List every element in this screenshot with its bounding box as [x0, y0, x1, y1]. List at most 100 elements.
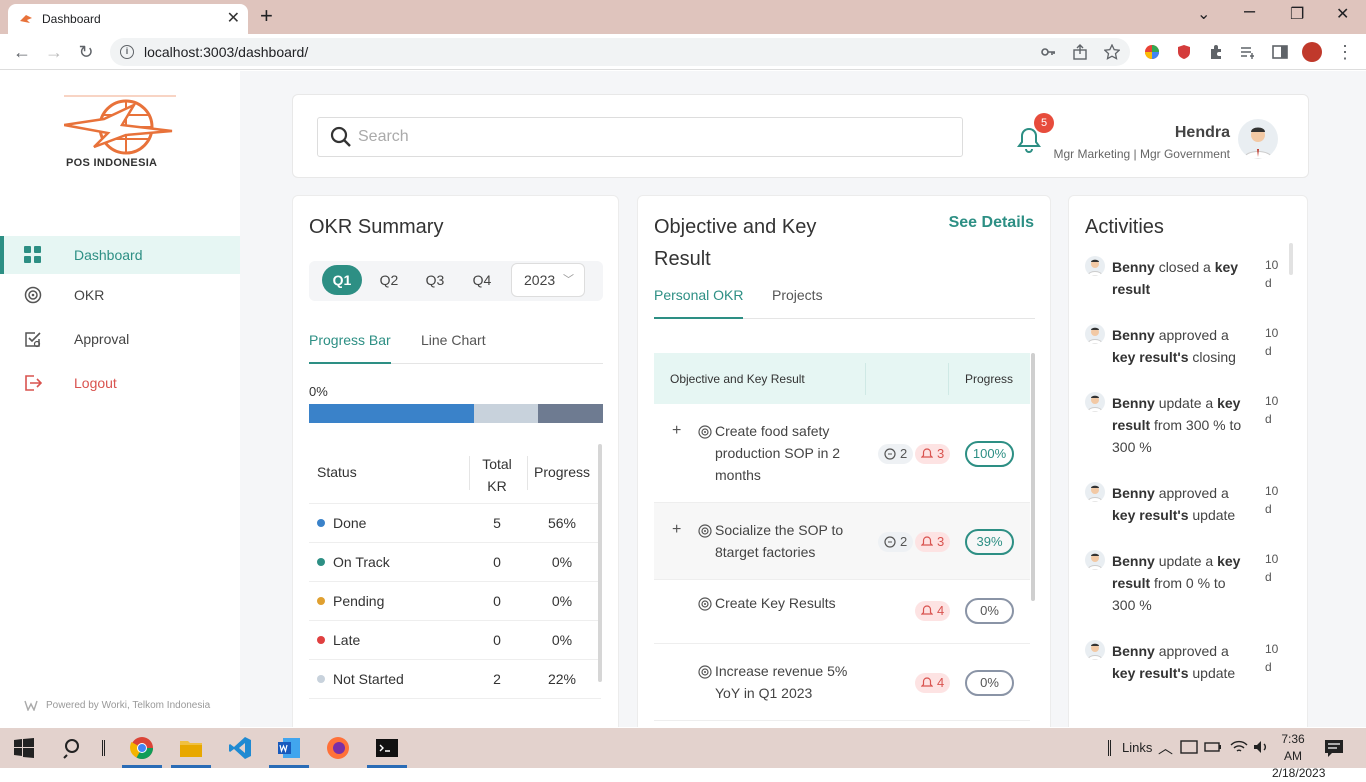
firefox-icon[interactable]: [326, 736, 350, 760]
expand-plus-icon[interactable]: +: [672, 521, 681, 539]
comment-count-chip[interactable]: 2: [878, 532, 914, 552]
avatar-person-icon: [1087, 553, 1103, 570]
sidebar: POS INDONESIA Dashboard OKR Approval Log…: [0, 71, 240, 727]
alert-count-chip[interactable]: 3: [915, 532, 951, 552]
reading-list-icon[interactable]: [1240, 44, 1256, 60]
quarter-q2-button[interactable]: Q2: [369, 265, 409, 295]
tab-projects[interactable]: Projects: [772, 287, 823, 319]
tab-line-chart[interactable]: Line Chart: [421, 332, 486, 364]
profile-avatar-icon[interactable]: [1302, 42, 1322, 62]
key-icon[interactable]: [1040, 44, 1056, 60]
sidebar-item-dashboard[interactable]: Dashboard: [0, 236, 240, 274]
top-header: Search 5 Hendra Mgr Marketing | Mgr Gove…: [292, 94, 1309, 178]
sidebar-item-label: Dashboard: [74, 247, 143, 263]
battery-icon[interactable]: [1204, 738, 1222, 756]
back-icon[interactable]: ←: [12, 42, 32, 62]
vscode-icon[interactable]: [228, 736, 252, 760]
avatar-person-icon: [1087, 643, 1103, 660]
clock[interactable]: 7:36 AM 2/18/2023: [1272, 731, 1325, 782]
search-icon: [330, 126, 351, 147]
activity-segment: result: [1112, 417, 1151, 433]
links-toolbar[interactable]: Links: [1122, 740, 1152, 755]
terminal-icon[interactable]: [375, 736, 399, 760]
chrome-icon[interactable]: [130, 736, 154, 760]
notification-center-icon[interactable]: [1324, 738, 1344, 758]
activity-segment: update: [1188, 665, 1236, 681]
word-icon[interactable]: [277, 736, 301, 760]
quarter-q3-button[interactable]: Q3: [415, 265, 455, 295]
activity-user: Benny: [1112, 327, 1155, 343]
okr-table-header: Objective and Key Result Progress: [654, 353, 1030, 404]
reload-icon[interactable]: ↻: [76, 42, 96, 62]
chevron-up-icon[interactable]: ︿: [1158, 737, 1173, 758]
close-tab-icon[interactable]: ✕: [227, 11, 240, 27]
sidebar-item-label: Approval: [74, 331, 130, 347]
activity-segment: result: [1112, 575, 1151, 591]
sidebar-item-logout[interactable]: Logout: [0, 364, 240, 402]
see-details-link[interactable]: See Details: [949, 214, 1034, 232]
total-kr-header-line-2: KR: [487, 478, 507, 494]
quarter-q1-button[interactable]: Q1: [322, 265, 362, 295]
activity-segment: key result's: [1112, 349, 1189, 365]
share-icon[interactable]: [1072, 44, 1088, 60]
browser-menu-icon[interactable]: ⋮: [1335, 42, 1355, 62]
windows-start-icon[interactable]: [14, 738, 34, 758]
okr-row[interactable]: Increase revenue 5% YoY in Q1 2023 4 0%: [654, 644, 1030, 721]
activity-line: result from 0 % to: [1112, 572, 1262, 594]
expand-plus-icon[interactable]: +: [672, 422, 681, 440]
tab-personal-okr[interactable]: Personal OKR: [654, 287, 744, 319]
okr-row[interactable]: Create Key Results 4 0%: [654, 580, 1030, 644]
forward-icon[interactable]: →: [44, 42, 64, 62]
browser-tab[interactable]: Dashboard ✕: [8, 4, 248, 34]
site-info-icon[interactable]: i: [120, 45, 134, 59]
minimize-icon[interactable]: –: [1244, 0, 1255, 23]
activity-text: Benny approved a key result's update: [1112, 640, 1262, 684]
okr-type-tabs: Personal OKR Projects: [654, 287, 1035, 319]
wifi-icon[interactable]: [1230, 738, 1248, 756]
shield-extension-icon[interactable]: [1176, 44, 1192, 60]
color-extension-icon[interactable]: [1144, 44, 1160, 60]
table-scrollbar[interactable]: [598, 444, 602, 682]
activity-segment: key: [1214, 259, 1239, 275]
progress-segment: [309, 404, 474, 423]
status-label: Not Started: [317, 671, 404, 687]
okr-row[interactable]: + Create food safety production SOP in 2 mo…: [654, 404, 1030, 503]
close-window-icon[interactable]: ✕: [1336, 4, 1349, 24]
activity-line: Benny update a key: [1112, 550, 1262, 572]
tab-search-icon[interactable]: ⌄: [1197, 4, 1210, 24]
status-table-header: Status Total KR Progress: [309, 444, 601, 504]
alert-count: 4: [937, 675, 945, 690]
okr-table-scrollbar[interactable]: [1031, 353, 1035, 601]
year-select[interactable]: 2023 ﹀: [511, 263, 585, 297]
new-tab-icon[interactable]: +: [260, 5, 273, 27]
okr-row[interactable]: + Socialize the SOP to 8target factories 2 3…: [654, 503, 1030, 580]
activity-segment: key: [1217, 395, 1241, 411]
taskbar-search-icon[interactable]: [62, 736, 86, 760]
comment-count-chip[interactable]: 2: [878, 444, 914, 464]
tablet-mode-icon[interactable]: [1180, 738, 1198, 756]
alert-count-chip[interactable]: 4: [915, 673, 951, 693]
status-text: Pending: [333, 593, 385, 609]
summary-view-tabs: Progress Bar Line Chart: [309, 332, 603, 364]
activity-segment: closed a: [1158, 259, 1215, 275]
tab-progress-bar[interactable]: Progress Bar: [309, 332, 391, 364]
user-avatar[interactable]: [1238, 119, 1278, 159]
sidebar-item-approval[interactable]: Approval: [0, 320, 240, 358]
file-explorer-icon[interactable]: [179, 736, 203, 760]
puzzle-extensions-icon[interactable]: [1208, 44, 1224, 60]
alert-count-chip[interactable]: 4: [915, 601, 951, 621]
address-bar[interactable]: i localhost:3003/dashboard/: [110, 38, 1130, 66]
alert-count-chip[interactable]: 3: [915, 444, 951, 464]
volume-icon[interactable]: [1252, 738, 1270, 756]
side-panel-icon[interactable]: [1272, 44, 1288, 60]
task-view-icon[interactable]: [102, 740, 105, 756]
activities-card: Activities Benny closed a key result 10 d Be…: [1068, 195, 1308, 727]
column-divider: [948, 363, 949, 395]
restore-icon[interactable]: ❐: [1290, 4, 1304, 24]
quarter-q4-button[interactable]: Q4: [462, 265, 502, 295]
sidebar-item-okr[interactable]: OKR: [0, 276, 240, 314]
search-input[interactable]: Search: [317, 117, 963, 157]
activities-scrollbar[interactable]: [1289, 243, 1293, 275]
activity-time-unit: d: [1265, 570, 1272, 584]
bookmark-star-icon[interactable]: [1104, 44, 1120, 60]
